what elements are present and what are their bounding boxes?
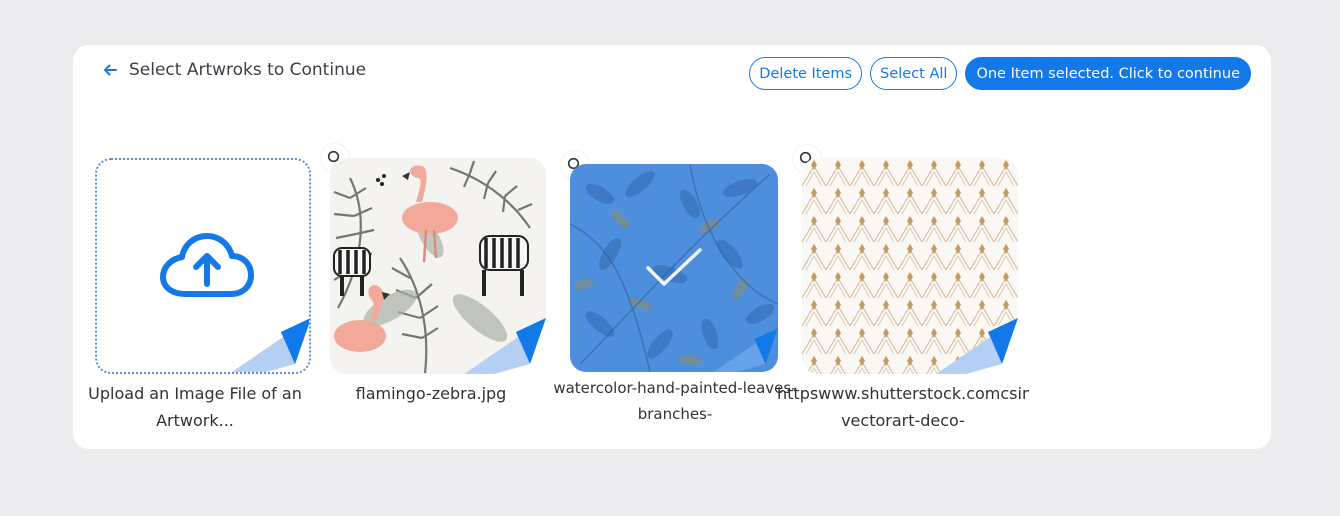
page-fold-icon bbox=[936, 318, 1018, 374]
upload-tile[interactable] bbox=[95, 158, 311, 374]
page-fold-icon bbox=[714, 328, 778, 372]
checkmark-icon bbox=[646, 248, 702, 286]
artwork-selection-panel: Select Artwroks to Continue Delete Items… bbox=[73, 45, 1271, 449]
back-link[interactable]: Select Artwroks to Continue bbox=[99, 59, 366, 81]
artwork-name: flamingo-zebra.jpg bbox=[355, 384, 507, 403]
artwork-name: watercolor-hand-painted-leaves-branches- bbox=[553, 379, 797, 423]
continue-button[interactable]: One Item selected. Click to continue bbox=[965, 57, 1251, 90]
artwork-card-selected[interactable] bbox=[570, 164, 778, 372]
toolbar: Delete Items Select All One Item selecte… bbox=[749, 57, 1251, 90]
upload-label: Upload an Image File of an Artwork... bbox=[88, 384, 302, 430]
artwork-card[interactable] bbox=[330, 158, 546, 374]
page-title: Select Artwroks to Continue bbox=[129, 60, 367, 80]
artwork-card[interactable] bbox=[802, 158, 1018, 374]
page-fold-icon bbox=[231, 318, 309, 372]
delete-items-button[interactable]: Delete Items bbox=[749, 57, 863, 90]
arrow-left-icon bbox=[104, 64, 117, 76]
cloud-upload-icon bbox=[160, 233, 254, 297]
page-fold-icon bbox=[464, 318, 546, 374]
select-all-button[interactable]: Select All bbox=[870, 57, 958, 90]
artwork-name: httpswww.shutterstock.comcsimage-vectora… bbox=[777, 384, 1029, 430]
